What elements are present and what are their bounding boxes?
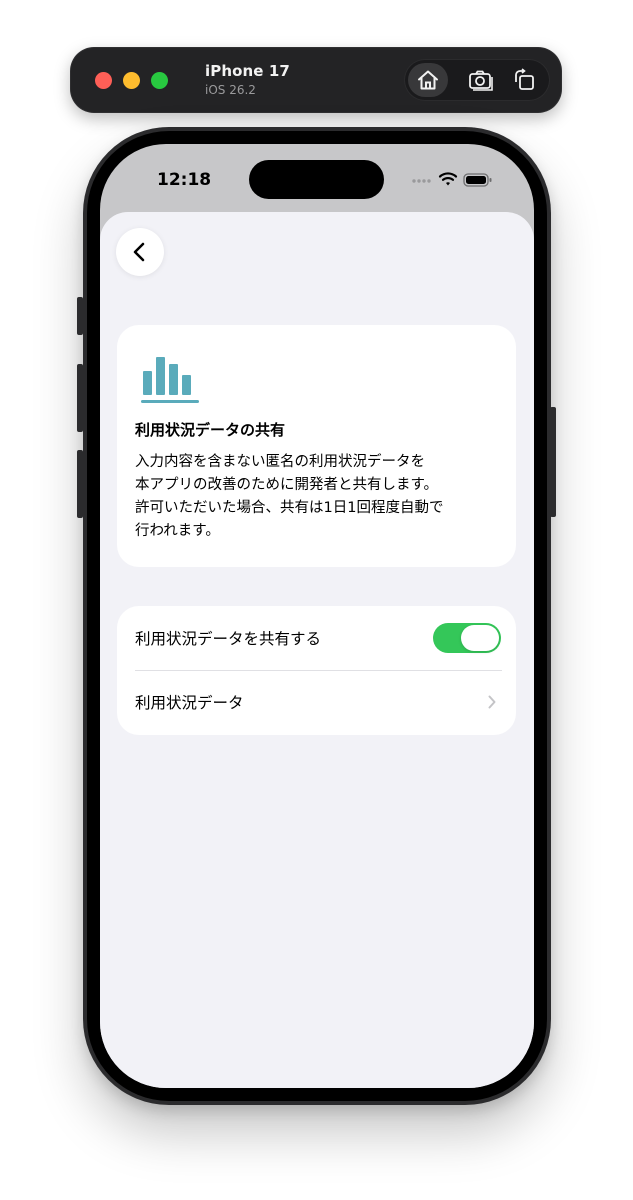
info-description: 入力内容を含まない匿名の利用状況データを 本アプリの改善のために開発者と共有しま… bbox=[135, 451, 505, 543]
home-button[interactable] bbox=[408, 63, 448, 97]
info-description-line: 行われます。 bbox=[135, 523, 220, 539]
volume-up-button[interactable] bbox=[77, 364, 83, 432]
action-button[interactable] bbox=[77, 297, 83, 335]
wifi-icon bbox=[438, 172, 458, 186]
usage-data-row[interactable]: 利用状況データ bbox=[117, 670, 516, 734]
screenshot-icon bbox=[469, 70, 493, 91]
close-window-button[interactable] bbox=[95, 72, 112, 89]
toggle-knob bbox=[461, 625, 499, 651]
device-name: iPhone 17 bbox=[205, 62, 290, 80]
signal-icon bbox=[412, 179, 431, 183]
status-time: 12:18 bbox=[157, 170, 212, 190]
chevron-left-icon bbox=[133, 242, 145, 262]
simulator-stage: iPhone 17 iOS 26.2 12:18 利用状況データの共有 入力内容… bbox=[0, 0, 633, 1200]
phone-screen: 12:18 利用状況データの共有 入力内容を含まない匿名の利用状況データを 本ア… bbox=[100, 144, 534, 1088]
info-description-line: 許可いただいた場合、共有は1日1回程度自動で bbox=[135, 500, 444, 516]
share-usage-label: 利用状況データを共有する bbox=[135, 630, 322, 648]
back-button[interactable] bbox=[116, 228, 164, 276]
bar-chart-icon bbox=[141, 357, 199, 403]
share-usage-row: 利用状況データを共有する bbox=[117, 606, 516, 670]
rotate-button[interactable] bbox=[504, 63, 544, 97]
info-description-line: 本アプリの改善のために開発者と共有します。 bbox=[135, 477, 439, 493]
minimize-window-button[interactable] bbox=[123, 72, 140, 89]
settings-card: 利用状況データを共有する 利用状況データ bbox=[117, 606, 516, 735]
simulator-actions bbox=[404, 59, 550, 101]
info-title: 利用状況データの共有 bbox=[135, 421, 286, 439]
screenshot-button[interactable] bbox=[460, 63, 500, 97]
power-button[interactable] bbox=[550, 407, 556, 517]
battery-icon bbox=[463, 173, 492, 187]
zoom-window-button[interactable] bbox=[151, 72, 168, 89]
home-icon bbox=[418, 70, 438, 90]
usage-sharing-sheet: 利用状況データの共有 入力内容を含まない匿名の利用状況データを 本アプリの改善の… bbox=[100, 212, 534, 1088]
simulator-toolbar: iPhone 17 iOS 26.2 bbox=[70, 47, 562, 113]
info-description-line: 入力内容を含まない匿名の利用状況データを bbox=[135, 454, 425, 470]
os-version: iOS 26.2 bbox=[205, 83, 256, 97]
usage-data-label: 利用状況データ bbox=[135, 694, 244, 712]
rotate-icon bbox=[515, 68, 534, 90]
chevron-right-icon bbox=[488, 695, 496, 709]
status-icons bbox=[402, 171, 494, 187]
dynamic-island bbox=[249, 160, 384, 199]
info-card: 利用状況データの共有 入力内容を含まない匿名の利用状況データを 本アプリの改善の… bbox=[117, 325, 516, 567]
volume-down-button[interactable] bbox=[77, 450, 83, 518]
share-usage-toggle[interactable] bbox=[433, 623, 501, 653]
